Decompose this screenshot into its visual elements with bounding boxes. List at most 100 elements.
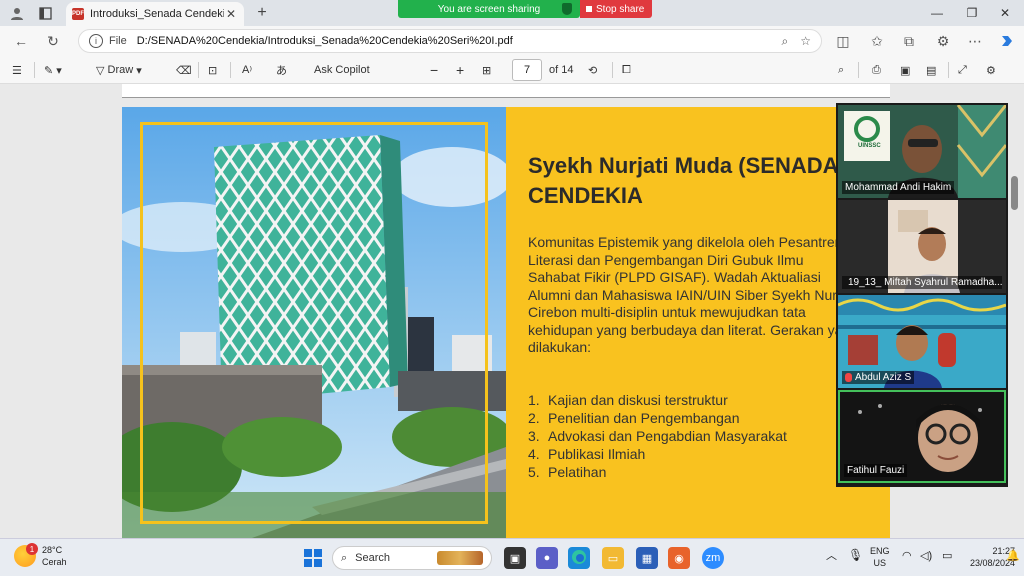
slide-activity-list: 1. Kajian dan diskusi terstruktur 2. Penel… xyxy=(528,391,858,481)
contents-list-icon[interactable]: ☰ xyxy=(12,61,22,79)
read-aloud-icon[interactable]: A ⁾ xyxy=(242,61,252,79)
list-item: 1. Kajian dan diskusi terstruktur xyxy=(528,392,728,408)
zoom-participant-panel[interactable]: UINSSC Mohammad Andi Hakim 19_13_ Miftah… xyxy=(836,103,1008,487)
collections-icon[interactable]: ⧉ xyxy=(900,32,918,50)
notifications-bell-icon[interactable]: 🔔 xyxy=(1006,550,1020,562)
edge-browser-icon[interactable] xyxy=(568,547,590,569)
list-item: 5. Pelatihan xyxy=(528,464,607,480)
browser-tab-bar: PDF Introduksi_Senada Cendekia Seri ✕ + … xyxy=(0,0,1024,26)
new-tab-button[interactable]: + xyxy=(252,3,272,23)
info-icon[interactable]: i xyxy=(89,34,103,48)
building-photo xyxy=(122,107,506,538)
list-item: 2. Penelitian dan Pengembangan xyxy=(528,410,740,426)
list-item: 4. Publikasi Ilmiah xyxy=(528,446,646,462)
draw-button[interactable]: ▽ Draw ▾ xyxy=(96,61,142,79)
page-view-icon[interactable]: ⧠ xyxy=(622,61,631,79)
translate-label: あ xyxy=(276,65,287,77)
restore-button[interactable]: ❐ xyxy=(961,3,983,23)
address-bar[interactable]: i File D:/SENADA%20Cendekia/Introduksi_S… xyxy=(78,29,822,53)
taskbar-search[interactable]: ⌕ Search xyxy=(332,546,492,570)
zoom-app-icon[interactable]: zm xyxy=(702,547,724,569)
sun-weather-icon: 1 xyxy=(14,543,38,567)
search-icon[interactable]: ⌕ xyxy=(838,61,844,79)
list-item: 3. Advokasi dan Pengabdian Masyarakat xyxy=(528,428,787,444)
refresh-icon[interactable]: ↻ xyxy=(44,32,62,50)
window-close-button[interactable]: ✕ xyxy=(994,3,1016,23)
mic-muted-icon xyxy=(845,373,852,382)
eraser-icon[interactable]: ⌫ xyxy=(176,61,192,79)
address-toolbar: ← ↻ i File D:/SENADA%20Cendekia/Introduk… xyxy=(0,26,1024,56)
participant-name: Abdul Aziz S xyxy=(842,371,915,384)
fullscreen-icon[interactable]: ⤢ xyxy=(958,61,967,79)
file-explorer-icon[interactable]: ▭ xyxy=(602,547,624,569)
firefox-icon[interactable]: ◉ xyxy=(668,547,690,569)
translate-icon[interactable]: あ xyxy=(276,61,287,79)
tray-expand-icon[interactable]: ︿ xyxy=(826,550,837,562)
page-total: of 14 xyxy=(549,64,574,76)
task-view-icon[interactable]: ▣ xyxy=(504,547,526,569)
extensions-icon[interactable]: ⚙ xyxy=(934,32,952,50)
favorite-star-icon[interactable]: ☆ xyxy=(800,34,811,48)
microphone-icon[interactable]: 🎙 xyxy=(848,549,863,561)
copilot-icon[interactable] xyxy=(998,32,1016,50)
windows-taskbar: 1 28°C Cerah ⌕ Search ▣ ● ▭ ▦ ◉ zm ︿ 🎙 E… xyxy=(0,538,1024,576)
highlight-icon[interactable]: ✎ ▾ xyxy=(44,61,62,79)
search-icon: ⌕ xyxy=(341,551,348,564)
draw-label: Draw xyxy=(107,64,134,76)
participant-tile[interactable]: Abdul Aziz S xyxy=(838,295,1006,388)
draw-icon: ▽ xyxy=(96,64,108,77)
stop-icon xyxy=(586,6,592,12)
save-icon[interactable]: ▣ xyxy=(900,61,910,79)
ask-copilot-button[interactable]: Ask Copilot xyxy=(314,61,370,79)
profile-icon[interactable] xyxy=(8,4,26,22)
participant-name: 19_13_ Miftah Syahrul Ramadha... xyxy=(842,276,1002,289)
fit-page-icon[interactable]: ⊞ xyxy=(482,61,491,79)
print-icon[interactable]: ⎙ xyxy=(872,61,881,79)
previous-page-edge xyxy=(122,84,890,98)
store-icon[interactable]: ▦ xyxy=(636,547,658,569)
chevron-down-icon: ▾ xyxy=(133,64,142,77)
weather-widget[interactable]: 1 28°C Cerah xyxy=(14,543,67,568)
weather-temperature: 28°C xyxy=(42,545,63,555)
tab-pdf-document[interactable]: PDF Introduksi_Senada Cendekia Seri ✕ xyxy=(66,2,244,26)
stop-share-button[interactable]: Stop share xyxy=(580,0,652,18)
address-scheme: File xyxy=(109,35,127,47)
photo-frame xyxy=(140,122,488,524)
language-code: ENG xyxy=(870,546,890,556)
region-code: US xyxy=(873,558,887,568)
battery-icon[interactable]: ▭ xyxy=(942,550,952,562)
notification-badge: 1 xyxy=(26,543,38,555)
pdf-toolbar: ☰ ✎ ▾ ▽ Draw ▾ ⌫ ⊡ A ⁾ あ Ask Copilot − + … xyxy=(0,56,1024,84)
shield-icon xyxy=(562,3,572,15)
minimize-button[interactable]: — xyxy=(926,3,948,23)
search-label: Search xyxy=(355,552,391,564)
page-number-input[interactable]: 7 xyxy=(512,59,542,81)
language-indicator[interactable]: ENG US xyxy=(870,545,890,569)
read-aloud-label: A xyxy=(242,64,250,76)
pdf-page-slide: Syekh Nurjati Muda (SENADA) CENDEKIA Kom… xyxy=(122,107,890,538)
participant-name: Mohammad Andi Hakim xyxy=(842,181,955,194)
text-box-icon[interactable]: ⊡ xyxy=(208,61,217,79)
split-screen-icon[interactable]: ◫ xyxy=(834,32,852,50)
windows-start-icon[interactable] xyxy=(302,547,324,569)
vertical-scrollbar-thumb[interactable] xyxy=(1011,176,1018,210)
rotate-icon[interactable]: ⟲ xyxy=(588,61,597,79)
settings-gear-icon[interactable]: ⚙ xyxy=(986,61,996,79)
participant-tile-active-speaker[interactable]: Fatihul Fauzi xyxy=(838,390,1006,483)
wifi-icon[interactable]: ◠ xyxy=(902,550,912,562)
zoom-in-button[interactable]: + xyxy=(456,61,464,79)
more-menu-icon[interactable]: ⋯ xyxy=(966,32,984,50)
teams-chat-icon[interactable]: ● xyxy=(536,547,558,569)
participant-tile[interactable]: 19_13_ Miftah Syahrul Ramadha... xyxy=(838,200,1006,293)
favorites-icon[interactable]: ✩ xyxy=(868,32,886,50)
close-icon[interactable]: ✕ xyxy=(224,7,238,21)
back-arrow-icon[interactable]: ← xyxy=(12,32,30,50)
zoom-lens-icon[interactable]: ⌕ xyxy=(782,34,789,49)
save-as-icon[interactable]: ▤ xyxy=(926,61,936,79)
zoom-out-button[interactable]: − xyxy=(430,61,438,79)
tab-actions-icon[interactable] xyxy=(36,4,54,22)
volume-icon[interactable]: ◁) xyxy=(920,550,932,562)
url-text[interactable]: D:/SENADA%20Cendekia/Introduksi_Senada%2… xyxy=(137,35,770,47)
participant-tile[interactable]: UINSSC Mohammad Andi Hakim xyxy=(838,105,1006,198)
slide-paragraph: Komunitas Epistemik yang dikelola oleh P… xyxy=(528,234,859,355)
